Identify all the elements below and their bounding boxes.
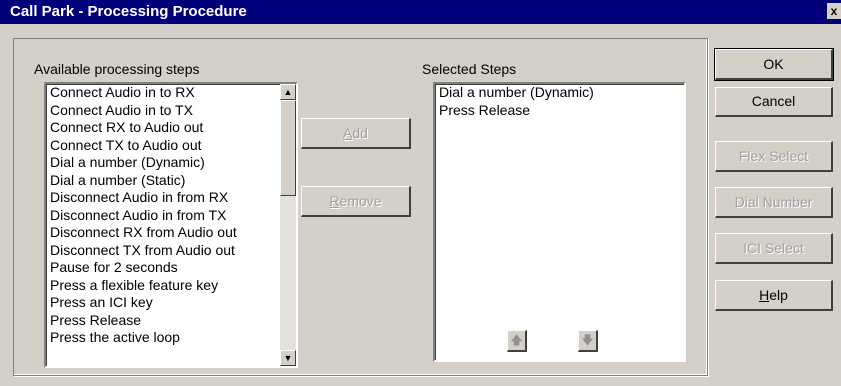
add-mnemonic: A: [343, 125, 353, 141]
ici-select-button[interactable]: ICI Select: [715, 233, 833, 264]
cancel-button[interactable]: Cancel: [715, 87, 833, 117]
down-arrow-icon: 🡇: [581, 333, 594, 347]
add-label-post: dd: [352, 125, 368, 141]
selected-steps-label: Selected Steps: [422, 61, 517, 77]
window-title: Call Park - Processing Procedure: [10, 3, 247, 20]
list-item[interactable]: Dial a number (Dynamic): [437, 84, 684, 102]
list-item[interactable]: Pause for 2 seconds: [48, 259, 280, 277]
available-steps-items: Connect Audio in to RX Connect Audio in t…: [48, 84, 280, 347]
scroll-up-icon[interactable]: ▲: [280, 84, 296, 100]
dial-number-button[interactable]: Dial Number: [715, 187, 833, 218]
remove-mnemonic: R: [329, 193, 340, 209]
up-arrow-icon: 🡅: [510, 333, 523, 347]
list-item[interactable]: Connect RX to Audio out: [48, 119, 280, 137]
help-mnemonic: H: [759, 287, 770, 303]
remove-button[interactable]: Remove: [301, 186, 411, 217]
list-item[interactable]: Press the active loop: [48, 329, 280, 347]
list-item[interactable]: Press Release: [48, 312, 280, 330]
help-label-post: elp: [769, 287, 788, 303]
list-item[interactable]: Connect Audio in to RX: [48, 84, 280, 102]
selected-steps-items: Dial a number (Dynamic) Press Release: [437, 84, 684, 119]
add-button[interactable]: Add: [301, 118, 411, 149]
title-bar: Call Park - Processing Procedure x: [0, 0, 841, 24]
available-steps-list[interactable]: Connect Audio in to RX Connect Audio in t…: [44, 82, 298, 368]
move-up-button[interactable]: 🡅: [507, 330, 527, 352]
scroll-down-icon[interactable]: ▼: [280, 350, 296, 366]
list-item[interactable]: Disconnect Audio in from TX: [48, 207, 280, 225]
list-item[interactable]: Dial a number (Dynamic): [48, 154, 280, 172]
list-item[interactable]: Connect Audio in to TX: [48, 102, 280, 120]
list-item[interactable]: Press a flexible feature key: [48, 277, 280, 295]
available-steps-label: Available processing steps: [34, 61, 200, 77]
selected-steps-list[interactable]: Dial a number (Dynamic) Press Release: [433, 82, 686, 362]
close-icon[interactable]: x: [827, 3, 841, 19]
list-item[interactable]: Press an ICI key: [48, 294, 280, 312]
list-item[interactable]: Press Release: [437, 102, 684, 120]
move-down-button[interactable]: 🡇: [578, 330, 598, 352]
remove-label-post: emove: [339, 193, 382, 209]
list-item[interactable]: Disconnect RX from Audio out: [48, 224, 280, 242]
list-item[interactable]: Connect TX to Audio out: [48, 137, 280, 155]
ok-button[interactable]: OK: [714, 48, 834, 81]
list-item[interactable]: Disconnect TX from Audio out: [48, 242, 280, 260]
list-item[interactable]: Dial a number (Static): [48, 172, 280, 190]
list-item[interactable]: Disconnect Audio in from RX: [48, 189, 280, 207]
help-button[interactable]: Help: [715, 280, 833, 311]
available-list-scrollbar[interactable]: ▲ ▼: [280, 84, 296, 366]
scrollbar-thumb[interactable]: [280, 100, 296, 196]
flex-select-button[interactable]: Flex Select: [715, 141, 833, 172]
